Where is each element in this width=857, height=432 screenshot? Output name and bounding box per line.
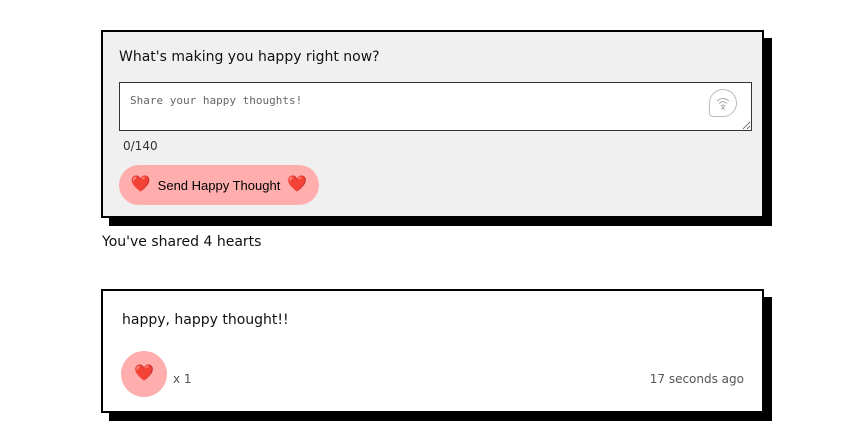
like-heart-button[interactable]: ❤️ (121, 351, 167, 397)
thought-card: happy, happy thought!! ❤️ x 1 17 seconds… (101, 289, 764, 413)
compose-prompt: What's making you happy right now? (119, 49, 380, 65)
send-button-label: Send Happy Thought (157, 177, 281, 193)
wifi-off-icon (709, 89, 737, 117)
thought-timestamp: 17 seconds ago (649, 372, 744, 386)
heart-icon: ❤️ (130, 176, 151, 193)
compose-form: What's making you happy right now? 0/140… (101, 30, 764, 218)
thought-input[interactable] (119, 82, 752, 131)
heart-icon: ❤️ (287, 176, 308, 193)
thought-message: happy, happy thought!! (122, 312, 289, 328)
hearts-shared-counter: You've shared 4 hearts (102, 234, 262, 250)
character-counter: 0/140 (123, 139, 158, 153)
heart-icon: ❤️ (134, 365, 154, 382)
send-happy-thought-button[interactable]: ❤️ Send Happy Thought ❤️ (119, 165, 319, 205)
like-count: x 1 (173, 372, 192, 386)
